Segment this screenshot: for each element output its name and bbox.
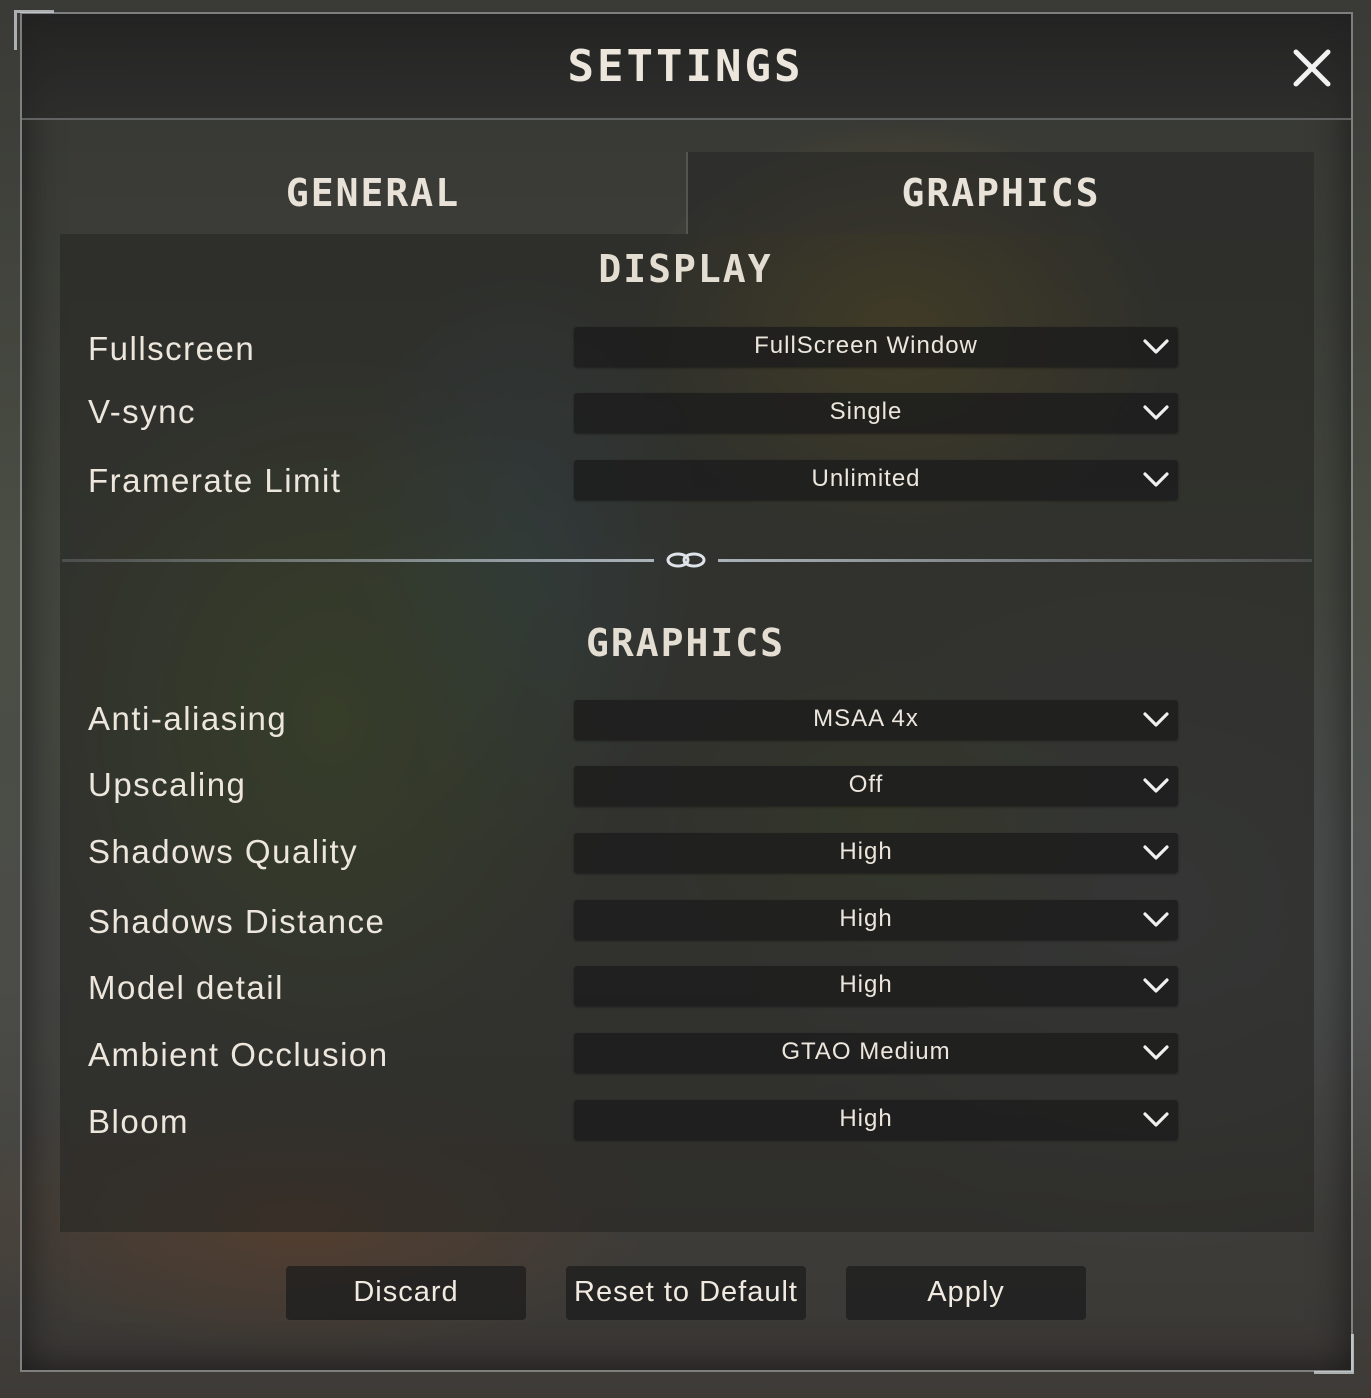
apply-button[interactable]: Apply xyxy=(846,1266,1086,1320)
section-divider xyxy=(62,552,1312,568)
label-framerate-limit: Framerate Limit xyxy=(88,462,342,499)
dropdown-shadows-quality[interactable]: High xyxy=(574,833,1178,873)
close-icon xyxy=(1293,49,1331,87)
page-title: SETTINGS xyxy=(567,41,804,92)
dropdown-value: Single xyxy=(829,398,903,425)
tab-graphics[interactable]: GRAPHICS xyxy=(686,152,1314,234)
label-bloom: Bloom xyxy=(88,1103,190,1140)
dropdown-vsync[interactable]: Single xyxy=(574,393,1178,433)
tab-general[interactable]: GENERAL xyxy=(60,152,686,234)
dropdown-value: MSAA 4x xyxy=(813,705,919,732)
label-shadows-distance: Shadows Distance xyxy=(88,903,386,940)
dropdown-value: High xyxy=(839,838,893,865)
label-model-detail: Model detail xyxy=(88,969,284,1006)
label-ambient-occlusion: Ambient Occlusion xyxy=(88,1036,389,1073)
game-background: SETTINGS GENERAL GRAPHICS DISPLAY Fullsc… xyxy=(0,0,1371,1398)
chevron-down-icon xyxy=(1143,778,1169,793)
chevron-down-icon xyxy=(1143,912,1169,927)
section-title-graphics: GRAPHICS xyxy=(585,621,786,665)
section-title-display: DISPLAY xyxy=(598,247,773,291)
dropdown-bloom[interactable]: High xyxy=(574,1100,1178,1140)
label-vsync: V-sync xyxy=(88,393,197,430)
chevron-down-icon xyxy=(1143,1112,1169,1127)
dropdown-framerate-limit[interactable]: Unlimited xyxy=(574,460,1178,500)
dropdown-fullscreen[interactable]: FullScreen Window xyxy=(574,327,1178,367)
label-shadows-quality: Shadows Quality xyxy=(88,833,359,870)
dropdown-ambient-occlusion[interactable]: GTAO Medium xyxy=(574,1033,1178,1073)
dropdown-value: FullScreen Window xyxy=(754,332,978,359)
reset-to-default-button[interactable]: Reset to Default xyxy=(566,1266,806,1320)
dropdown-value: Off xyxy=(848,771,884,798)
knot-ornament-icon xyxy=(666,552,706,568)
chevron-down-icon xyxy=(1143,845,1169,860)
dropdown-upscaling[interactable]: Off xyxy=(574,766,1178,806)
chevron-down-icon xyxy=(1143,712,1169,727)
chevron-down-icon xyxy=(1143,405,1169,420)
label-fullscreen: Fullscreen xyxy=(88,330,256,367)
dropdown-value: GTAO Medium xyxy=(781,1038,951,1065)
dropdown-value: High xyxy=(839,971,893,998)
chevron-down-icon xyxy=(1143,472,1169,487)
close-button[interactable] xyxy=(1288,44,1336,92)
dropdown-model-detail[interactable]: High xyxy=(574,966,1178,1006)
chevron-down-icon xyxy=(1143,1045,1169,1060)
label-upscaling: Upscaling xyxy=(88,766,247,803)
discard-button[interactable]: Discard xyxy=(286,1266,526,1320)
dropdown-value: Unlimited xyxy=(811,465,921,492)
chevron-down-icon xyxy=(1143,339,1169,354)
frame-corner-ornament xyxy=(1314,1334,1354,1374)
dropdown-anti-aliasing[interactable]: MSAA 4x xyxy=(574,700,1178,740)
dropdown-shadows-distance[interactable]: High xyxy=(574,900,1178,940)
dropdown-value: High xyxy=(839,905,893,932)
label-anti-aliasing: Anti-aliasing xyxy=(88,700,288,737)
frame-corner-ornament xyxy=(14,10,54,50)
dropdown-value: High xyxy=(839,1105,893,1132)
chevron-down-icon xyxy=(1143,978,1169,993)
